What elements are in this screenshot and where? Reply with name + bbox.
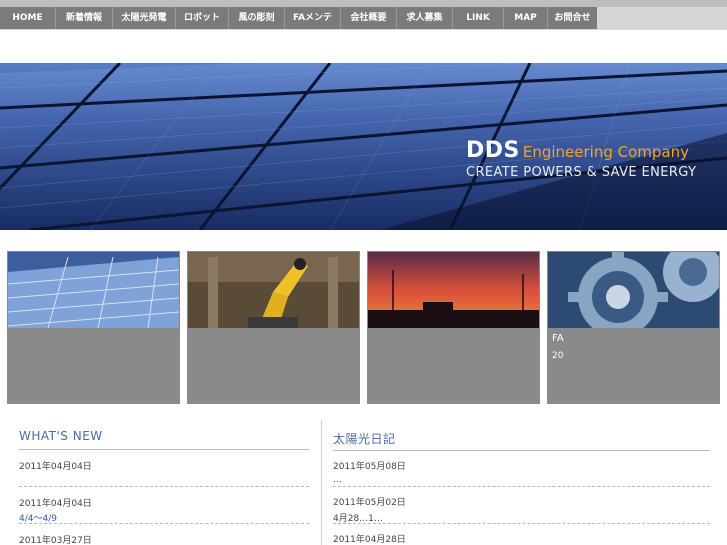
hero-slogan: CREATE POWERS & SAVE ENERGY (466, 165, 697, 180)
news-divider (19, 486, 309, 487)
card-description: 20 (552, 351, 564, 361)
nav-solar[interactable]: 太陽光発電 (113, 7, 176, 29)
hero-brand: DDS Engineering Company (466, 138, 689, 163)
nav-robot[interactable]: ロボット (176, 7, 229, 29)
news-entry: 2011年04月04日 (19, 459, 92, 485)
nav-contact[interactable]: お問合せ (548, 7, 597, 29)
card-title: FA (552, 333, 564, 344)
nav-news[interactable]: 新着情報 (56, 7, 113, 29)
brand-subtitle: Engineering Company (522, 143, 690, 161)
diary-entry: 2011年05月02日 4月28…1… (333, 495, 710, 524)
diary-date: 2011年05月02日 (333, 498, 406, 508)
brand-name: DDS (466, 138, 520, 163)
news-link[interactable] (19, 474, 92, 485)
diary-entry: 2011年04月28日 (333, 532, 710, 545)
card-solar[interactable] (7, 251, 180, 404)
nav-wind-sculpture[interactable]: 風の彫刻 (229, 7, 285, 29)
diary-excerpt: ... (333, 475, 342, 485)
solar-diary-heading: 太陽光日記 (333, 432, 396, 446)
card-fa-maintenance[interactable]: FA 20 (547, 251, 720, 404)
diary-divider (333, 486, 710, 487)
card-robot[interactable] (187, 251, 360, 404)
nav-map[interactable]: MAP (504, 7, 548, 29)
solar-diary-rule (333, 450, 710, 451)
news-entry: 2011年03月27日 (19, 533, 92, 545)
news-date: 2011年04月04日 (19, 462, 92, 472)
solar-panels-image (8, 252, 179, 328)
nav-home[interactable]: HOME (0, 7, 56, 29)
gears-image (548, 252, 719, 328)
sunset-windmill-image (368, 252, 539, 328)
diary-date: 2011年05月08日 (333, 462, 406, 472)
diary-date: 2011年04月28日 (333, 535, 406, 545)
top-strip (0, 0, 727, 7)
top-bar: HOME 新着情報 太陽光発電 ロボット 風の彫刻 FAメンテ 会社概要 求人募… (0, 0, 727, 30)
global-nav: HOME 新着情報 太陽光発電 ロボット 風の彫刻 FAメンテ 会社概要 求人募… (0, 7, 597, 29)
news-date: 2011年04月04日 (19, 499, 92, 509)
diary-entry: 2011年05月08日 ... (333, 459, 710, 485)
whats-new-rule (19, 449, 309, 450)
diary-divider (333, 523, 710, 524)
news-divider (19, 523, 309, 524)
service-cards: FA 20 (7, 251, 720, 404)
nav-company[interactable]: 会社概要 (341, 7, 397, 29)
nav-fa-maintenance[interactable]: FAメンテ (285, 7, 341, 29)
nav-recruit[interactable]: 求人募集 (397, 7, 453, 29)
column-divider (321, 420, 322, 545)
whats-new-heading: WHAT'S NEW (19, 429, 103, 443)
card-wind-sculpture[interactable] (367, 251, 540, 404)
hero-banner: DDS Engineering Company CREATE POWERS & S… (0, 63, 727, 230)
news-date: 2011年03月27日 (19, 536, 92, 545)
nav-link[interactable]: LINK (453, 7, 504, 29)
robot-arm-image (188, 252, 359, 328)
news-entry: 2011年04月04日 4/4〜4/9 (19, 496, 92, 524)
